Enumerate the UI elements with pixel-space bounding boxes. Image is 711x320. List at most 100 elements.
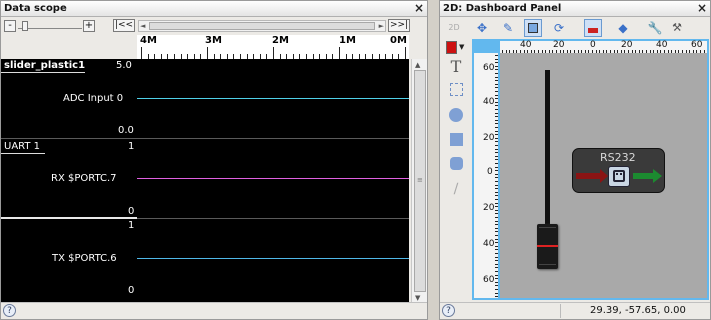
v-ruler-tick: [495, 69, 498, 71]
rotate-icon[interactable]: ⟳: [550, 19, 568, 37]
v-ruler-tick: [495, 181, 498, 182]
2d-view-icon[interactable]: 2D: [445, 19, 463, 37]
v-ruler-tick: [495, 231, 498, 233]
v-ruler-tick: [495, 80, 498, 82]
time-tick: [141, 47, 142, 59]
stamp-icon[interactable]: [584, 19, 602, 37]
cube-icon[interactable]: ◆: [614, 19, 632, 37]
jump-end-button[interactable]: >>|: [388, 19, 410, 32]
v-ruler-tick: [495, 73, 498, 74]
select-frame-icon[interactable]: [524, 19, 542, 37]
v-ruler-tick: [495, 91, 498, 92]
jump-start-button[interactable]: |<<: [113, 19, 135, 32]
wrench-icon[interactable]: 🔧: [646, 19, 664, 37]
v-ruler-tick: [495, 166, 498, 168]
slider-knob[interactable]: [537, 224, 558, 269]
scrollbar-thumb[interactable]: [149, 22, 375, 30]
v-ruler-tick: [495, 289, 498, 290]
v-ruler-tick: [495, 137, 498, 139]
v-ruler-tick: [495, 76, 498, 78]
v-ruler-tick: [495, 206, 498, 208]
vertical-scrollbar[interactable]: ▲ ≡ ▼: [411, 59, 427, 303]
time-tick: [273, 47, 274, 59]
group-underline: [1, 72, 85, 73]
channel-group-label: slider_plastic1: [4, 60, 86, 71]
v-ruler-tick: [495, 256, 498, 258]
v-ruler-tick: [495, 55, 498, 56]
time-label-0m: 0M: [390, 35, 407, 46]
v-ruler-tick: [495, 271, 498, 272]
time-label-1m: 1M: [339, 35, 356, 46]
v-ruler-tick: [495, 145, 498, 146]
channel-name-label: RX $PORTC.7: [51, 173, 117, 184]
v-ruler-tick: [495, 199, 498, 200]
rectangle-tool-icon[interactable]: [447, 131, 465, 149]
pencil-icon[interactable]: ✎: [499, 19, 517, 37]
v-ruler-tick: [495, 65, 498, 67]
v-ruler-tick: [495, 296, 498, 298]
v-ruler-label: 60: [483, 275, 495, 285]
data-scope-panel: Data scope × - + |<< ◄ ► >>| 4M 3M 2M 1M…: [0, 0, 428, 320]
v-ruler-tick: [495, 87, 498, 89]
channel-max-value: 1: [128, 220, 135, 231]
v-ruler-tick: [495, 134, 498, 136]
zoom-out-button[interactable]: -: [4, 20, 16, 32]
zoom-slider[interactable]: [18, 20, 82, 32]
v-ruler-tick: [495, 278, 498, 280]
help-icon[interactable]: ?: [3, 304, 16, 317]
v-ruler-tick: [495, 238, 498, 240]
zoom-slider-thumb[interactable]: [22, 21, 28, 31]
v-ruler-tick: [495, 281, 498, 283]
help-icon[interactable]: ?: [442, 304, 455, 317]
v-ruler-tick: [495, 249, 498, 251]
time-scrollbar[interactable]: ◄ ►: [138, 20, 386, 32]
v-ruler-tick: [495, 155, 498, 157]
v-ruler-tick: [495, 285, 498, 287]
v-ruler-tick: [495, 130, 498, 132]
v-ruler-tick: [495, 191, 498, 193]
v-ruler-tick: [495, 292, 498, 294]
v-ruler-tick: [495, 188, 498, 190]
color-swatch[interactable]: [446, 41, 457, 54]
line-tool-icon[interactable]: ∕: [447, 180, 465, 198]
v-ruler-tick: [495, 224, 498, 226]
channel-name-label: ADC Input 0: [63, 93, 124, 104]
v-ruler-tick: [495, 213, 498, 215]
v-ruler-tick: [495, 253, 498, 254]
scroll-right-arrow-icon[interactable]: ►: [379, 21, 384, 32]
v-ruler-tick: [495, 260, 498, 262]
v-ruler-label: 40: [483, 239, 495, 249]
close-icon[interactable]: ×: [413, 2, 425, 15]
v-ruler-tick: [495, 202, 498, 204]
scroll-left-arrow-icon[interactable]: ◄: [140, 21, 145, 32]
v-ruler-tick: [495, 235, 498, 236]
v-ruler-tick: [495, 209, 498, 211]
v-ruler-tick: [495, 127, 498, 128]
serial-connector-icon: [608, 166, 630, 187]
rs232-widget[interactable]: RS232: [572, 148, 665, 193]
v-ruler-tick: [495, 159, 498, 161]
v-ruler-tick: [495, 227, 498, 229]
text-tool-icon[interactable]: T: [447, 58, 465, 76]
color-dropdown-icon[interactable]: ▼: [459, 43, 464, 51]
tools-icon[interactable]: ⚒: [668, 19, 686, 37]
channel-min-value: 0: [128, 206, 135, 217]
v-ruler-tick: [495, 119, 498, 121]
zoom-in-button[interactable]: +: [83, 20, 95, 32]
close-icon[interactable]: ×: [696, 2, 708, 15]
v-ruler-tick: [495, 267, 498, 269]
ellipse-tool-icon[interactable]: [447, 106, 465, 124]
status-coordinates: 29.39, -57.65, 0.00: [590, 305, 686, 316]
move-icon[interactable]: ✥: [473, 19, 491, 37]
rounded-rect-tool-icon[interactable]: [447, 155, 465, 173]
scroll-down-arrow-icon[interactable]: ▼: [415, 294, 420, 302]
scroll-up-arrow-icon[interactable]: ▲: [415, 61, 420, 69]
v-ruler-tick: [495, 109, 498, 110]
v-ruler-tick: [495, 263, 498, 265]
marquee-select-icon[interactable]: [447, 81, 465, 99]
vscroll-thumb[interactable]: ≡: [414, 70, 426, 292]
v-ruler-tick: [495, 242, 498, 244]
rx-arrow-icon: [576, 173, 600, 179]
channel-min-value: 0: [128, 285, 135, 296]
v-ruler-tick: [495, 123, 498, 125]
